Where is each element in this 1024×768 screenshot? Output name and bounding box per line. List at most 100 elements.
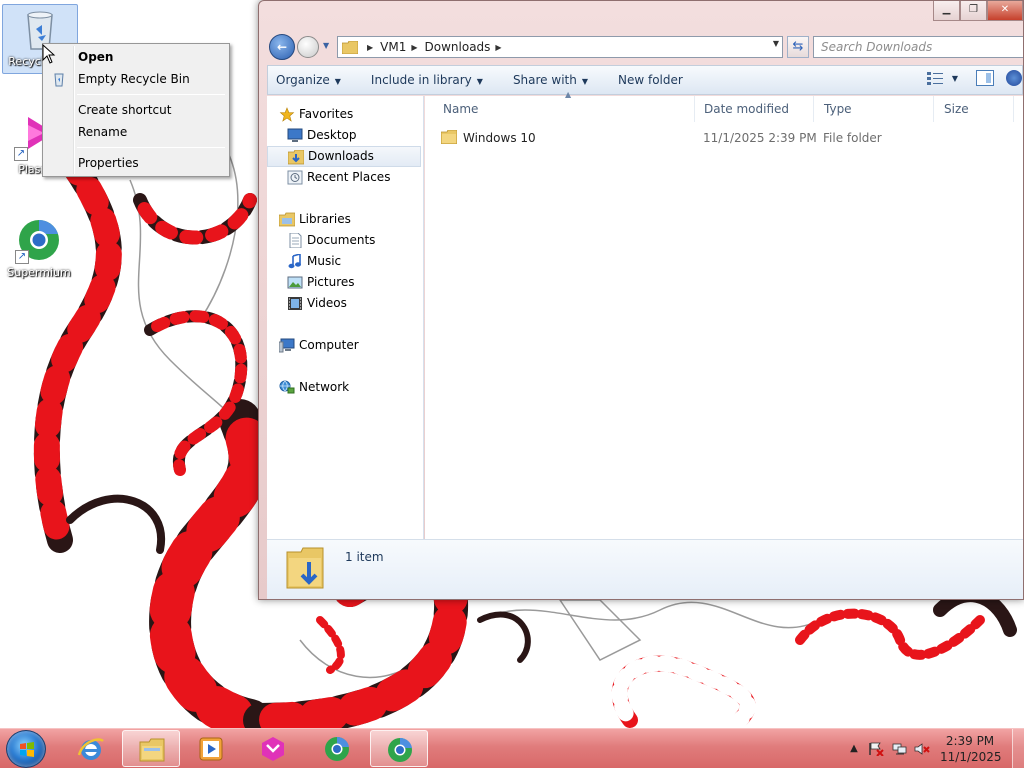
preview-pane-icon[interactable] [976,70,994,86]
volume-muted-icon[interactable] [914,742,930,756]
context-menu: Open Empty Recycle Bin Create shortcut R… [42,43,230,177]
media-player-icon [199,737,223,761]
network-icon [279,380,295,394]
address-row: ← ▼ ▶ VM1 ▶ Downloads ▶ ▼ ⇆ Search Downl… [267,33,1023,61]
back-button[interactable]: ← [269,34,295,60]
documents-icon [289,233,302,248]
file-name[interactable]: Windows 10 [463,128,536,148]
change-view-icon[interactable] [926,70,944,86]
nav-desktop[interactable]: Desktop [267,125,423,146]
column-header-date-modified[interactable]: Date modified [694,96,814,122]
refresh-button[interactable]: ⇆ [787,36,809,58]
menu-item-properties[interactable]: Properties [45,152,227,174]
column-header-size[interactable]: Size [934,96,1014,122]
address-bar[interactable]: ▶ VM1 ▶ Downloads ▶ ▼ [337,36,783,58]
recent-pages-button[interactable]: ▼ [323,41,329,50]
supermium-icon: ↗ [15,216,63,264]
item-count: 1 item [345,550,384,564]
libraries-icon [279,212,295,227]
taskbar-file-explorer[interactable] [122,730,180,767]
breadcrumb-downloads[interactable]: Downloads [425,40,491,54]
taskbar-plasma[interactable] [244,730,302,767]
nav-music-label: Music [307,254,342,268]
folder-icon [342,40,358,54]
menu-item-label: Properties [78,156,139,170]
pictures-icon [287,276,303,289]
nav-favorites[interactable]: Favorites [267,104,423,125]
nav-recent-places-label: Recent Places [307,170,391,184]
internet-explorer-icon [77,738,104,760]
show-hidden-icons-chevron-icon[interactable]: ▲ [846,742,862,756]
menu-item-label: Open [78,50,114,64]
maximize-button[interactable]: ❐ [960,1,987,21]
details-pane: 1 item [267,539,1023,599]
plasma-icon [262,737,284,761]
column-header-type[interactable]: Type [814,96,934,122]
command-bar: Organize ▼ Include in library ▼ Share with… [267,65,1023,95]
recycle-bin-icon [54,73,64,87]
network-status-icon[interactable] [892,742,908,756]
windows-logo-icon [20,742,34,757]
include-in-library-button[interactable]: Include in library ▼ [371,73,483,87]
share-with-button[interactable]: Share with ▼ [513,73,588,87]
menu-item-rename[interactable]: Rename [45,121,227,143]
nav-recent-places[interactable]: Recent Places [267,167,423,188]
system-tray: ▲ 2:39 PM 11/1/2025 [834,729,1024,768]
taskbar-supermium-window[interactable] [370,730,428,767]
desktop-icon-supermium[interactable]: ↗ Supermium [1,216,77,279]
show-desktop-button[interactable] [1012,729,1024,768]
computer-icon [279,338,295,353]
chevron-down-icon: ▼ [476,77,483,86]
breadcrumb-vm1[interactable]: VM1 [380,40,406,54]
menu-item-empty-recycle-bin[interactable]: Empty Recycle Bin [45,68,227,90]
nav-documents[interactable]: Documents [267,230,423,251]
chevron-down-icon: ▼ [334,77,341,86]
taskbar-media-player[interactable] [182,730,240,767]
taskbar-supermium[interactable] [308,730,366,767]
nav-music[interactable]: Music [267,251,423,272]
include-in-library-label: Include in library [370,73,472,87]
share-with-label: Share with [512,73,577,87]
forward-button[interactable] [297,36,319,58]
table-row[interactable]: Windows 10 11/1/2025 2:39 PM File folder [425,128,1023,148]
start-button[interactable] [6,730,46,768]
breadcrumb-separator[interactable]: ▶ [411,43,417,52]
nav-videos[interactable]: Videos [267,293,423,314]
nav-network[interactable]: Network [267,377,423,398]
desktop-icon-label: Supermium [7,266,71,279]
downloads-folder-icon [288,150,304,165]
file-list: ▲ Name Date modified Type Size Windows 1… [425,90,1023,539]
nav-computer[interactable]: Computer [267,335,423,356]
star-icon [279,107,295,122]
nav-pictures[interactable]: Pictures [267,272,423,293]
organize-button[interactable]: Organize ▼ [276,73,341,87]
taskbar-internet-explorer[interactable] [62,730,120,767]
taskbar-clock[interactable]: 2:39 PM 11/1/2025 [940,733,1002,765]
new-folder-button[interactable]: New folder [618,73,683,87]
search-input[interactable]: Search Downloads [813,36,1023,58]
nav-libraries-label: Libraries [299,212,351,226]
column-header-name[interactable]: Name [433,96,695,122]
close-button[interactable]: ✕ [987,1,1023,21]
menu-separator [77,94,225,95]
organize-label: Organize [276,73,330,87]
breadcrumb-separator[interactable]: ▶ [495,43,501,52]
nav-libraries[interactable]: Libraries [267,209,423,230]
view-options-chevron-icon[interactable]: ▼ [952,74,958,83]
help-icon[interactable] [1006,70,1022,86]
menu-item-create-shortcut[interactable]: Create shortcut [45,99,227,121]
nav-downloads[interactable]: Downloads [267,146,421,167]
menu-item-open[interactable]: Open [45,46,227,68]
shortcut-arrow-icon: ↗ [14,147,28,161]
breadcrumb-separator[interactable]: ▶ [367,43,373,52]
address-history-dropdown[interactable]: ▼ [773,39,779,48]
folder-icon [441,130,457,144]
menu-item-label: Rename [78,125,128,139]
explorer-window[interactable]: ▁ ❐ ✕ ← ▼ ▶ VM1 ▶ Downloads ▶ ▼ ⇆ Search… [258,0,1024,600]
nav-documents-label: Documents [307,233,376,247]
minimize-button[interactable]: ▁ [933,1,960,21]
menu-item-label: Create shortcut [78,103,172,117]
action-center-flag-icon[interactable] [868,742,884,757]
